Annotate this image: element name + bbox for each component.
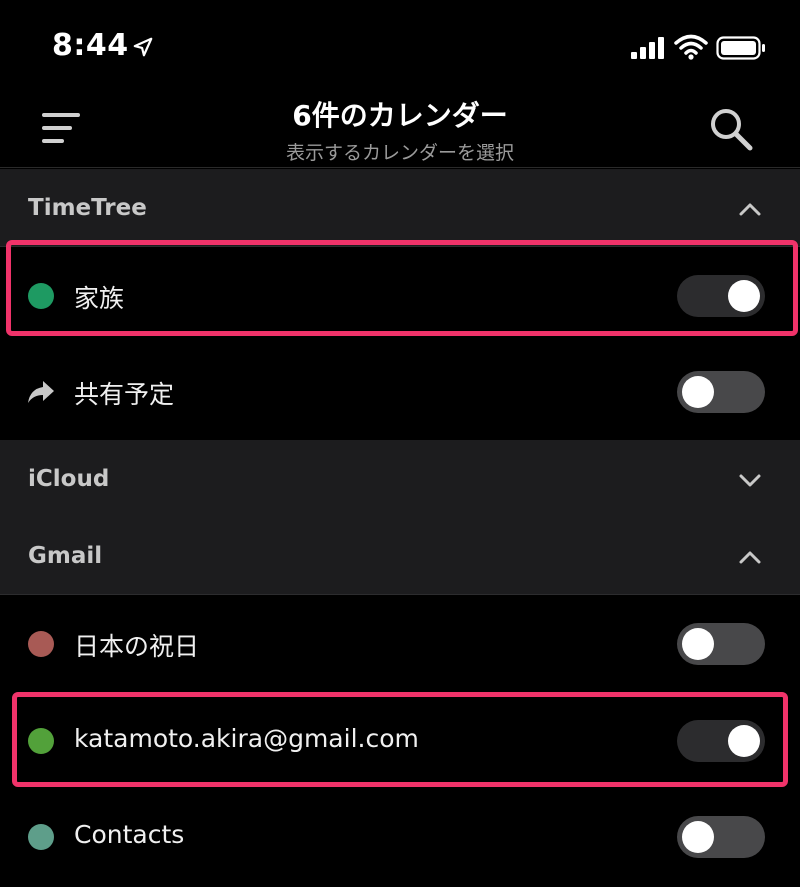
calendar-label: 共有予定 xyxy=(74,380,175,409)
page-title: 6件のカレンダー xyxy=(292,99,508,132)
section-label: TimeTree xyxy=(28,195,147,221)
chevron-down-icon[interactable] xyxy=(736,466,764,494)
chevron-up-icon[interactable] xyxy=(736,195,764,223)
calendar-label: 日本の祝日 xyxy=(74,632,200,661)
search-icon[interactable] xyxy=(706,104,754,152)
wifi-icon xyxy=(674,34,708,60)
cellular-signal-icon xyxy=(631,37,664,59)
section-header-timetree[interactable]: TimeTree xyxy=(0,169,800,247)
toggle-knob xyxy=(682,821,714,853)
toggle-knob xyxy=(682,376,714,408)
calendar-color-dot xyxy=(28,728,54,754)
section-header-icloud[interactable]: iCloud xyxy=(0,440,800,518)
calendar-row-japan-holidays[interactable]: 日本の祝日 xyxy=(0,595,800,691)
calendar-row-shared-events[interactable]: 共有予定 xyxy=(0,343,800,439)
section-label: iCloud xyxy=(28,466,110,492)
calendar-visibility-toggle[interactable] xyxy=(677,816,765,858)
calendar-visibility-toggle[interactable] xyxy=(677,275,765,317)
battery-icon xyxy=(716,36,765,60)
section-label: Gmail xyxy=(28,543,103,569)
toggle-knob xyxy=(728,725,760,757)
calendar-color-dot xyxy=(28,283,54,309)
calendar-row-family[interactable]: 家族 xyxy=(0,247,800,343)
status-bar: 8:44 xyxy=(0,0,800,90)
chevron-up-icon[interactable] xyxy=(736,543,764,571)
calendar-visibility-toggle[interactable] xyxy=(677,720,765,762)
calendar-label: katamoto.akira@gmail.com xyxy=(74,724,419,753)
calendar-visibility-toggle[interactable] xyxy=(677,623,765,665)
toggle-knob xyxy=(682,628,714,660)
calendar-label: Contacts xyxy=(74,820,185,849)
calendar-select-screen: 8:44 6件のカレンダー 表示するカレンダーを選択 TimeTree 家族 共… xyxy=(0,0,800,887)
calendar-label: 家族 xyxy=(74,284,125,313)
navigation-header: 6件のカレンダー 表示するカレンダーを選択 xyxy=(0,90,800,168)
calendar-row-contacts[interactable]: Contacts xyxy=(0,788,800,884)
calendar-color-dot xyxy=(28,824,54,850)
status-time: 8:44 xyxy=(52,28,129,63)
toggle-knob xyxy=(728,280,760,312)
section-header-gmail[interactable]: Gmail xyxy=(0,517,800,595)
calendar-visibility-toggle[interactable] xyxy=(677,371,765,413)
calendar-color-dot xyxy=(28,631,54,657)
location-arrow-icon xyxy=(133,37,153,57)
page-subtitle: 表示するカレンダーを選択 xyxy=(285,142,514,164)
share-arrow-icon xyxy=(28,381,54,403)
calendar-row-gmail-account[interactable]: katamoto.akira@gmail.com xyxy=(0,692,800,788)
